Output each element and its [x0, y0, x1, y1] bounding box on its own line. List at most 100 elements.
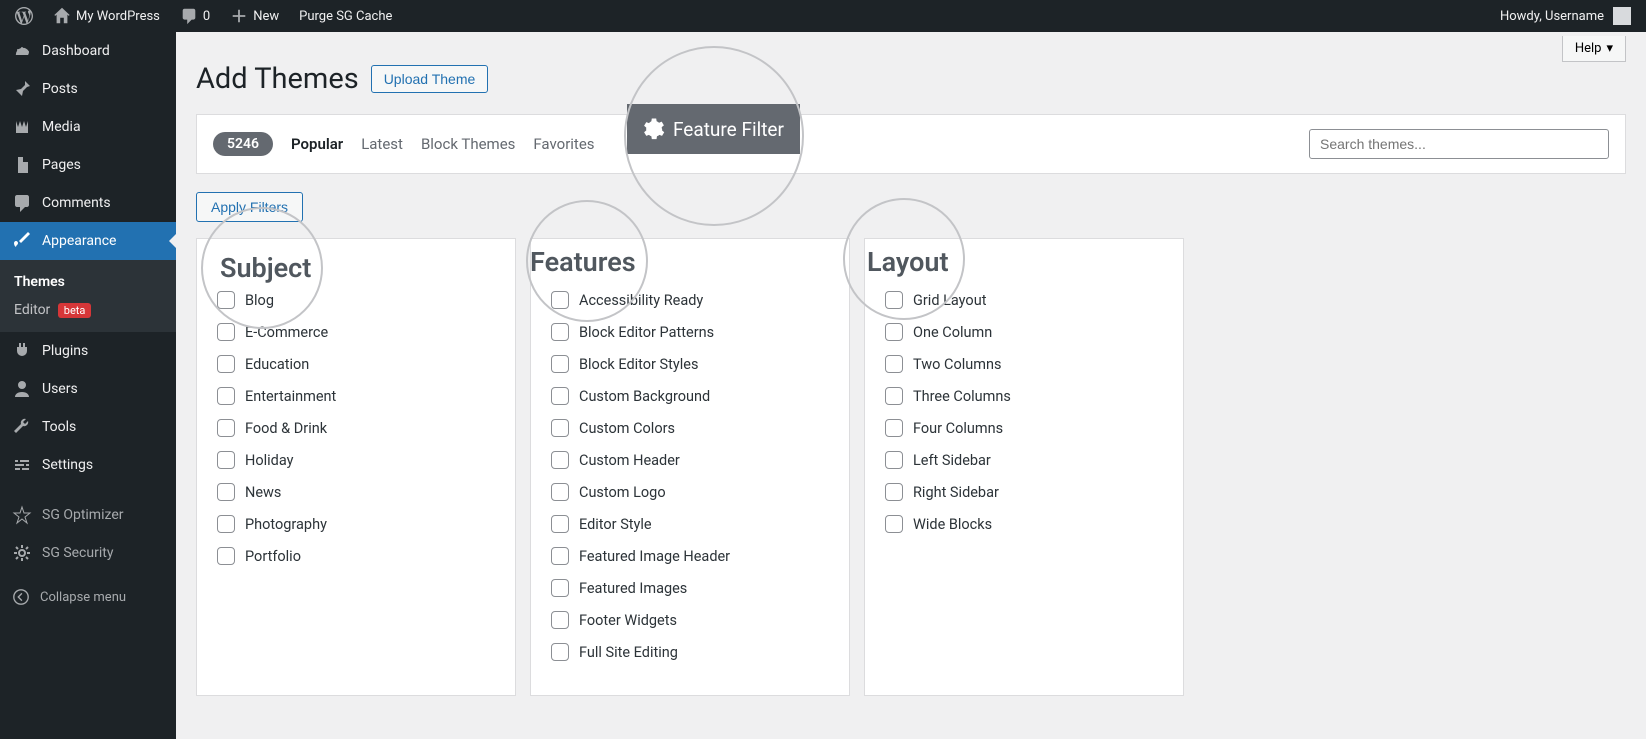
- filter-option[interactable]: E-Commerce: [217, 323, 495, 341]
- filter-option-label: Portfolio: [245, 548, 301, 565]
- new-link[interactable]: New: [223, 0, 286, 32]
- checkbox[interactable]: [551, 323, 569, 341]
- site-link[interactable]: My WordPress: [46, 0, 167, 32]
- sidebar-item-users[interactable]: Users: [0, 370, 176, 408]
- filter-option-label: Custom Background: [579, 388, 710, 405]
- checkbox[interactable]: [551, 291, 569, 309]
- sidebar-item-pages[interactable]: Pages: [0, 146, 176, 184]
- sidebar-item-sg-optimizer[interactable]: SG Optimizer: [0, 496, 176, 534]
- filter-option[interactable]: Block Editor Patterns: [551, 323, 829, 341]
- sliders-icon: [12, 455, 32, 475]
- sidebar-item-settings[interactable]: Settings: [0, 446, 176, 484]
- filter-option[interactable]: Photography: [217, 515, 495, 533]
- checkbox[interactable]: [885, 323, 903, 341]
- beta-badge: beta: [58, 303, 92, 318]
- checkbox[interactable]: [217, 483, 235, 501]
- filter-option[interactable]: Featured Image Header: [551, 547, 829, 565]
- sidebar-item-appearance[interactable]: Appearance: [0, 222, 176, 260]
- checkbox[interactable]: [217, 547, 235, 565]
- checkbox[interactable]: [885, 451, 903, 469]
- search-input[interactable]: [1309, 129, 1609, 159]
- sidebar-item-comments[interactable]: Comments: [0, 184, 176, 222]
- filter-option[interactable]: Editor Style: [551, 515, 829, 533]
- filter-option[interactable]: Right Sidebar: [885, 483, 1163, 501]
- filter-option[interactable]: Portfolio: [217, 547, 495, 565]
- checkbox[interactable]: [217, 451, 235, 469]
- checkbox[interactable]: [217, 387, 235, 405]
- checkbox[interactable]: [551, 611, 569, 629]
- help-tab[interactable]: Help ▾: [1562, 36, 1626, 62]
- filter-option[interactable]: One Column: [885, 323, 1163, 341]
- filter-option[interactable]: Three Columns: [885, 387, 1163, 405]
- submenu-themes[interactable]: Themes: [0, 268, 176, 296]
- submenu-editor[interactable]: Editor beta: [0, 296, 176, 324]
- filter-option[interactable]: Four Columns: [885, 419, 1163, 437]
- checkbox[interactable]: [551, 483, 569, 501]
- checkbox[interactable]: [885, 387, 903, 405]
- checkbox[interactable]: [217, 291, 235, 309]
- filter-option-label: Editor Style: [579, 516, 652, 533]
- tab-block-themes[interactable]: Block Themes: [421, 135, 515, 153]
- checkbox[interactable]: [551, 451, 569, 469]
- checkbox[interactable]: [217, 515, 235, 533]
- filter-option[interactable]: Blog: [217, 291, 495, 309]
- checkbox[interactable]: [551, 387, 569, 405]
- filter-option[interactable]: Full Site Editing: [551, 643, 829, 661]
- filter-option[interactable]: Featured Images: [551, 579, 829, 597]
- sidebar-item-tools[interactable]: Tools: [0, 408, 176, 446]
- filter-option[interactable]: Food & Drink: [217, 419, 495, 437]
- checkbox[interactable]: [551, 355, 569, 373]
- checkbox[interactable]: [551, 515, 569, 533]
- sidebar-item-sg-security[interactable]: SG Security: [0, 534, 176, 572]
- checkbox[interactable]: [885, 291, 903, 309]
- user-icon: [12, 379, 32, 399]
- checkbox[interactable]: [885, 419, 903, 437]
- filter-option[interactable]: Grid Layout: [885, 291, 1163, 309]
- checkbox[interactable]: [217, 355, 235, 373]
- sidebar-item-posts[interactable]: Posts: [0, 70, 176, 108]
- checkbox[interactable]: [217, 323, 235, 341]
- checkbox[interactable]: [885, 355, 903, 373]
- filter-option[interactable]: Left Sidebar: [885, 451, 1163, 469]
- comment-icon: [12, 193, 32, 213]
- checkbox[interactable]: [885, 515, 903, 533]
- filter-option[interactable]: Custom Header: [551, 451, 829, 469]
- tab-popular[interactable]: Popular: [291, 135, 343, 153]
- filter-option[interactable]: Custom Logo: [551, 483, 829, 501]
- tab-favorites[interactable]: Favorites: [533, 135, 594, 153]
- overlay-title-layout: Layout: [867, 246, 949, 278]
- tab-latest[interactable]: Latest: [361, 135, 403, 153]
- sidebar-item-dashboard[interactable]: Dashboard: [0, 32, 176, 70]
- checkbox[interactable]: [217, 419, 235, 437]
- filter-option[interactable]: Footer Widgets: [551, 611, 829, 629]
- filter-col-subject: Subject BlogE-CommerceEducationEntertain…: [196, 238, 516, 696]
- filter-option[interactable]: Block Editor Styles: [551, 355, 829, 373]
- checkbox[interactable]: [551, 643, 569, 661]
- filter-option[interactable]: Education: [217, 355, 495, 373]
- checkbox[interactable]: [551, 547, 569, 565]
- collapse-menu[interactable]: Collapse menu: [0, 578, 176, 616]
- filter-option[interactable]: Accessibility Ready: [551, 291, 829, 309]
- filter-option[interactable]: Entertainment: [217, 387, 495, 405]
- filter-option-label: Right Sidebar: [913, 484, 999, 501]
- filter-option[interactable]: Custom Background: [551, 387, 829, 405]
- filter-option[interactable]: Wide Blocks: [885, 515, 1163, 533]
- filter-option[interactable]: Holiday: [217, 451, 495, 469]
- sidebar-item-plugins[interactable]: Plugins: [0, 332, 176, 370]
- gear-icon: [12, 543, 32, 563]
- checkbox[interactable]: [885, 483, 903, 501]
- filter-option-label: Wide Blocks: [913, 516, 992, 533]
- feature-filter-button[interactable]: Feature Filter: [627, 104, 800, 154]
- purge-cache-link[interactable]: Purge SG Cache: [292, 0, 399, 32]
- filter-option[interactable]: Custom Colors: [551, 419, 829, 437]
- apply-filters-button[interactable]: Apply Filters: [196, 192, 303, 222]
- sidebar-item-media[interactable]: Media: [0, 108, 176, 146]
- howdy-link[interactable]: Howdy, Username: [1493, 0, 1638, 32]
- upload-theme-button[interactable]: Upload Theme: [371, 65, 489, 93]
- filter-option[interactable]: News: [217, 483, 495, 501]
- checkbox[interactable]: [551, 419, 569, 437]
- wp-logo-link[interactable]: [8, 0, 40, 32]
- filter-option[interactable]: Two Columns: [885, 355, 1163, 373]
- checkbox[interactable]: [551, 579, 569, 597]
- comments-link[interactable]: 0: [173, 0, 217, 32]
